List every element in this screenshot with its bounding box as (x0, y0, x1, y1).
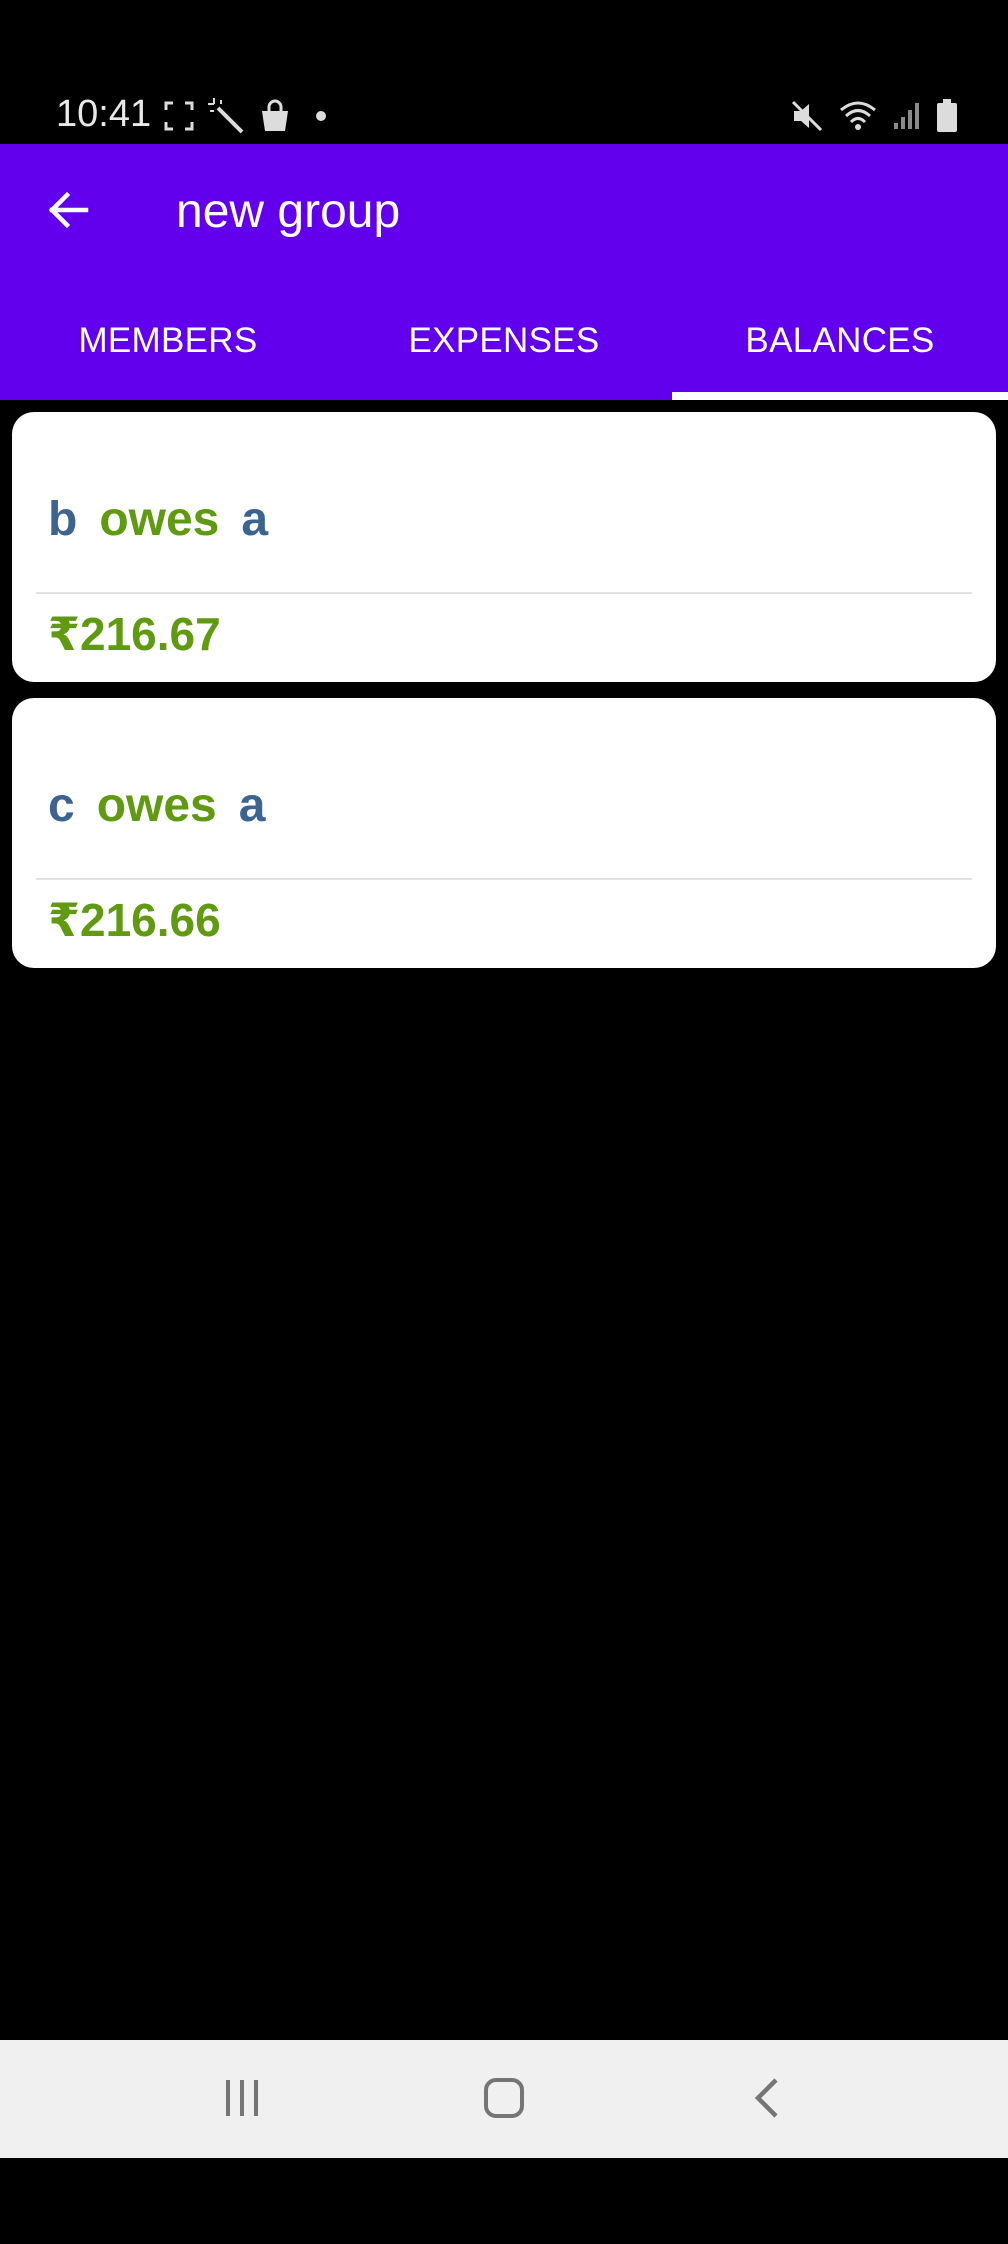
status-time: 10:41 (56, 93, 152, 135)
app-bar: new group MEMBERS EXPENSES BALANCES (0, 144, 1008, 400)
tab-members[interactable]: MEMBERS (0, 294, 336, 388)
wifi-icon (838, 99, 878, 133)
tab-label: MEMBERS (78, 321, 258, 360)
balance-amount: ₹216.67 (48, 608, 221, 660)
owes-label: owes (99, 493, 220, 546)
status-icons-right (790, 96, 958, 136)
balance-summary: b owes a (48, 490, 268, 550)
status-bar: 10:41 (0, 0, 1008, 144)
recent-apps-icon (220, 2078, 264, 2123)
divider (36, 878, 972, 880)
tab-bar: MEMBERS EXPENSES BALANCES (0, 294, 1008, 390)
balance-amount: ₹216.66 (48, 894, 221, 946)
shopping-bag-icon (258, 99, 292, 133)
owes-label: owes (96, 779, 217, 832)
screenshot-frame-icon (164, 101, 194, 131)
notification-dot-icon (306, 101, 336, 131)
arrow-back-icon (46, 188, 90, 237)
balance-summary: c owes a (48, 776, 265, 836)
tab-label: BALANCES (745, 321, 935, 360)
signal-icon (892, 101, 922, 131)
debtor-name: b (48, 493, 78, 546)
tab-balances[interactable]: BALANCES (672, 294, 1008, 388)
creditor-name: a (238, 779, 266, 832)
system-nav-bar (0, 2040, 1008, 2158)
home-icon (482, 2076, 526, 2125)
tab-expenses[interactable]: EXPENSES (336, 294, 672, 388)
tab-label: EXPENSES (408, 321, 600, 360)
debtor-name: c (48, 779, 75, 832)
selected-tab-indicator (672, 392, 1008, 400)
battery-icon (936, 99, 958, 133)
balance-card[interactable]: c owes a ₹216.66 (12, 698, 996, 968)
balance-card[interactable]: b owes a ₹216.67 (12, 412, 996, 682)
back-button[interactable] (28, 172, 108, 252)
status-icons-left (164, 96, 336, 136)
bottom-strip (0, 2158, 1008, 2244)
back-nav-button[interactable] (708, 2060, 828, 2140)
divider (36, 592, 972, 594)
mute-icon (790, 99, 824, 133)
home-button[interactable] (444, 2060, 564, 2140)
back-icon (750, 2076, 786, 2125)
magic-wand-icon (208, 98, 244, 134)
creditor-name: a (241, 493, 269, 546)
page-title: new group (176, 185, 401, 238)
recent-apps-button[interactable] (182, 2060, 302, 2140)
